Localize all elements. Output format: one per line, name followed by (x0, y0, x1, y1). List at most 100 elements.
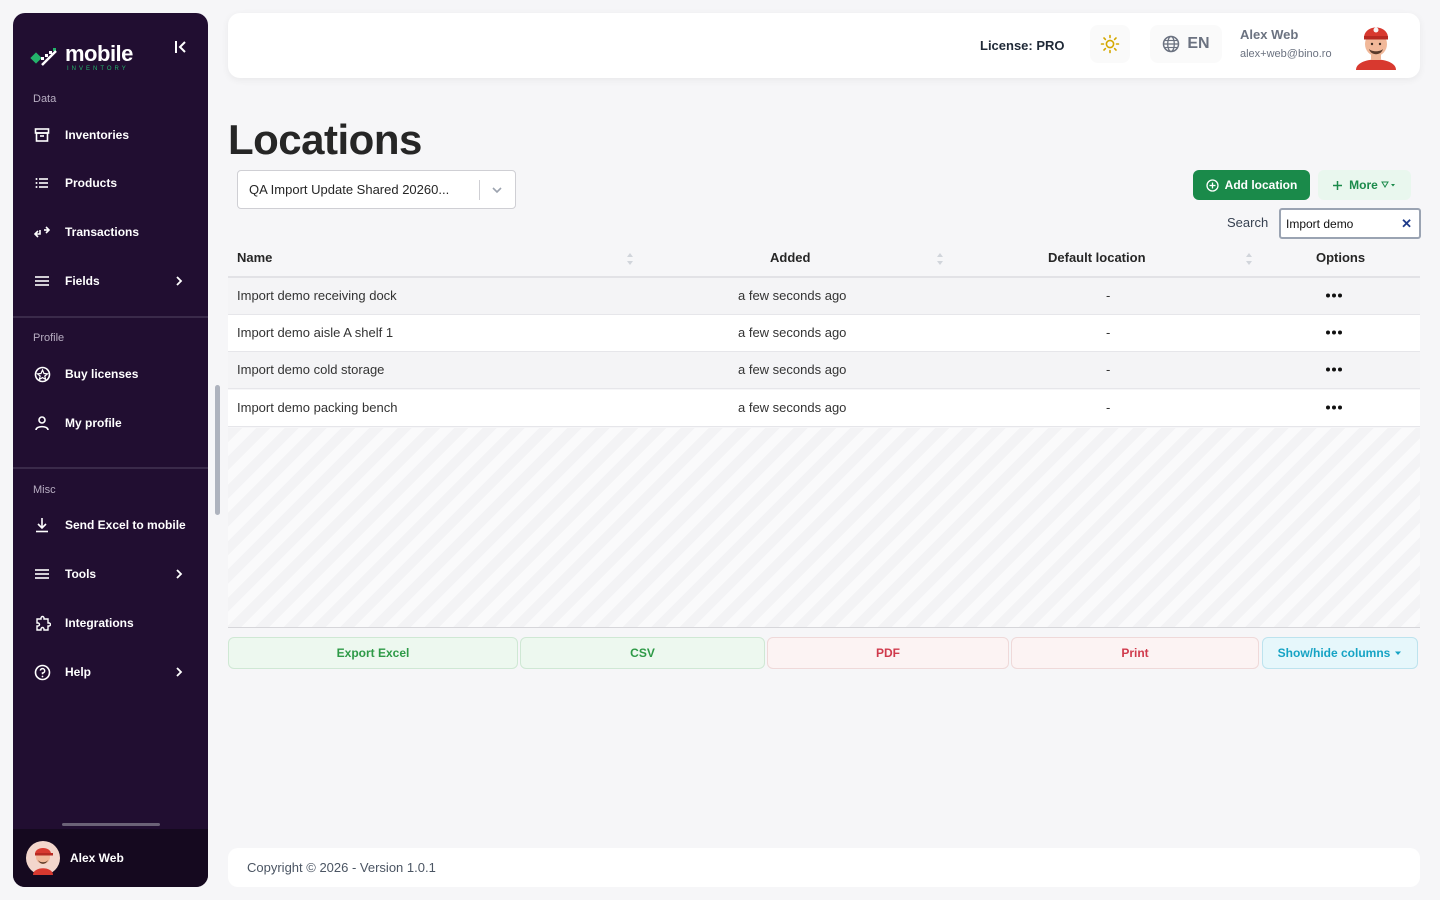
sidebar-item-label: Tools (65, 567, 97, 581)
more-options-icon[interactable] (1325, 330, 1343, 335)
inventory-select-value: QA Import Update Shared 20260... (249, 182, 450, 197)
sidebar-item-label: Send Excel to mobile (65, 518, 186, 532)
sidebar-item-fields[interactable]: Fields (13, 261, 208, 301)
clear-search-icon[interactable]: ✕ (1401, 216, 1412, 232)
sidebar-scrollbar[interactable] (215, 385, 220, 515)
section-label-misc: Misc (33, 484, 56, 496)
sidebar-item-tools[interactable]: Tools (13, 554, 208, 594)
table-row[interactable]: Import demo receiving dock a few seconds… (228, 278, 1420, 315)
print-button[interactable]: Print (1011, 637, 1259, 669)
brand-subtitle: INVENTORY (67, 65, 129, 72)
sidebar-item-my-profile[interactable]: My profile (13, 403, 208, 443)
cell-name: Import demo cold storage (237, 362, 385, 377)
license-icon (33, 365, 51, 383)
table-row[interactable]: Import demo aisle A shelf 1 a few second… (228, 315, 1420, 352)
header-user-name[interactable]: Alex Web (1240, 27, 1298, 42)
inventory-select[interactable]: QA Import Update Shared 20260... (237, 170, 516, 209)
more-options-icon[interactable] (1325, 405, 1343, 410)
plus-circle-icon (1206, 178, 1219, 192)
cell-default-location: - (1106, 325, 1111, 340)
plus-icon (1333, 180, 1343, 190)
section-label-profile: Profile (33, 332, 65, 344)
theme-toggle-button[interactable] (1090, 25, 1130, 63)
help-icon (33, 663, 51, 681)
sidebar-item-label: Fields (65, 274, 100, 288)
section-label-data: Data (33, 93, 57, 105)
page-footer: Copyright © 2026 - Version 1.0.1 (228, 848, 1420, 887)
sidebar-user[interactable]: Alex Web (13, 829, 208, 887)
list-icon (33, 174, 51, 192)
header-user-email: alex+web@bino.ro (1240, 48, 1332, 60)
menu-icon (33, 565, 51, 583)
export-excel-button[interactable]: Export Excel (228, 637, 518, 669)
more-options-icon[interactable] (1325, 293, 1343, 298)
sort-icon[interactable] (626, 251, 634, 267)
sidebar-item-label: My profile (65, 416, 122, 430)
chevron-right-icon (176, 569, 183, 579)
more-options-icon[interactable] (1325, 367, 1343, 372)
add-location-button[interactable]: Add location (1193, 170, 1310, 200)
cell-name: Import demo receiving dock (237, 288, 397, 303)
sidebar-item-label: Integrations (65, 616, 134, 630)
language-button[interactable]: EN (1150, 25, 1222, 63)
search-field[interactable]: ✕ (1279, 208, 1421, 239)
chevron-down-icon[interactable] (490, 183, 504, 197)
column-header-added[interactable]: Added (770, 250, 810, 265)
avatar (26, 841, 60, 875)
sort-icon[interactable] (1245, 251, 1253, 267)
collapse-sidebar-button[interactable] (169, 35, 193, 59)
add-location-label: Add location (1224, 178, 1298, 192)
sun-icon (1100, 34, 1120, 54)
cell-added: a few seconds ago (738, 362, 847, 377)
table-row[interactable]: Import demo packing bench a few seconds … (228, 390, 1420, 427)
more-dropdown-button[interactable]: More (1318, 170, 1411, 200)
copyright-text: Copyright © 2026 - Version 1.0.1 (247, 860, 436, 875)
column-header-options: Options (1316, 250, 1366, 265)
brand-name: mobile (65, 40, 133, 66)
export-pdf-button[interactable]: PDF (767, 637, 1009, 669)
cell-name: Import demo aisle A shelf 1 (237, 325, 394, 340)
cell-default-location: - (1106, 362, 1111, 377)
show-hide-columns-label: Show/hide columns (1277, 646, 1391, 660)
globe-icon (1163, 35, 1180, 53)
page-title: Locations (228, 116, 422, 163)
sidebar-item-label: Products (65, 176, 118, 190)
show-hide-columns-button[interactable]: Show/hide columns (1262, 637, 1418, 669)
logo-icon (29, 45, 63, 69)
table-row[interactable]: Import demo cold storage a few seconds a… (228, 352, 1420, 389)
sidebar-divider (13, 467, 208, 469)
caret-down-icon (1395, 651, 1402, 655)
column-header-name[interactable]: Name (237, 250, 272, 265)
export-csv-button[interactable]: CSV (520, 637, 765, 669)
column-header-default-location[interactable]: Default location (1048, 250, 1146, 265)
cell-default-location: - (1106, 288, 1111, 303)
avatar[interactable] (1354, 22, 1398, 70)
sidebar-item-help[interactable]: Help (13, 652, 208, 692)
sidebar-user-name: Alex Web (70, 851, 124, 865)
sidebar-item-buy-licenses[interactable]: Buy licenses (13, 354, 208, 394)
top-header: License: PRO EN Alex Web alex+web@bino.r… (228, 13, 1420, 78)
sort-icon[interactable] (936, 251, 944, 267)
sidebar-scroll-track[interactable] (62, 823, 160, 826)
more-label: More (1349, 178, 1378, 192)
sidebar-divider (13, 316, 208, 318)
chevron-right-icon (176, 667, 183, 677)
search-input[interactable] (1286, 215, 1396, 233)
cell-added: a few seconds ago (738, 325, 847, 340)
transfer-icon (33, 223, 51, 241)
search-label: Search (1227, 215, 1269, 230)
archive-icon (33, 126, 51, 144)
sidebar-item-integrations[interactable]: Integrations (13, 603, 208, 643)
sidebar-item-transactions[interactable]: Transactions (13, 212, 208, 252)
sidebar-item-inventories[interactable]: Inventories (13, 115, 208, 155)
sidebar-item-label: Buy licenses (65, 367, 139, 381)
puzzle-icon (33, 614, 51, 632)
download-icon (33, 516, 51, 534)
filter-caret-icon (1380, 181, 1395, 188)
cell-added: a few seconds ago (738, 400, 847, 415)
user-icon (33, 414, 51, 432)
sidebar-item-products[interactable]: Products (13, 163, 208, 203)
sidebar-item-send-excel[interactable]: Send Excel to mobile (13, 505, 208, 545)
brand-logo[interactable]: mobile INVENTORY (29, 39, 159, 75)
sidebar-item-label: Help (65, 665, 92, 679)
